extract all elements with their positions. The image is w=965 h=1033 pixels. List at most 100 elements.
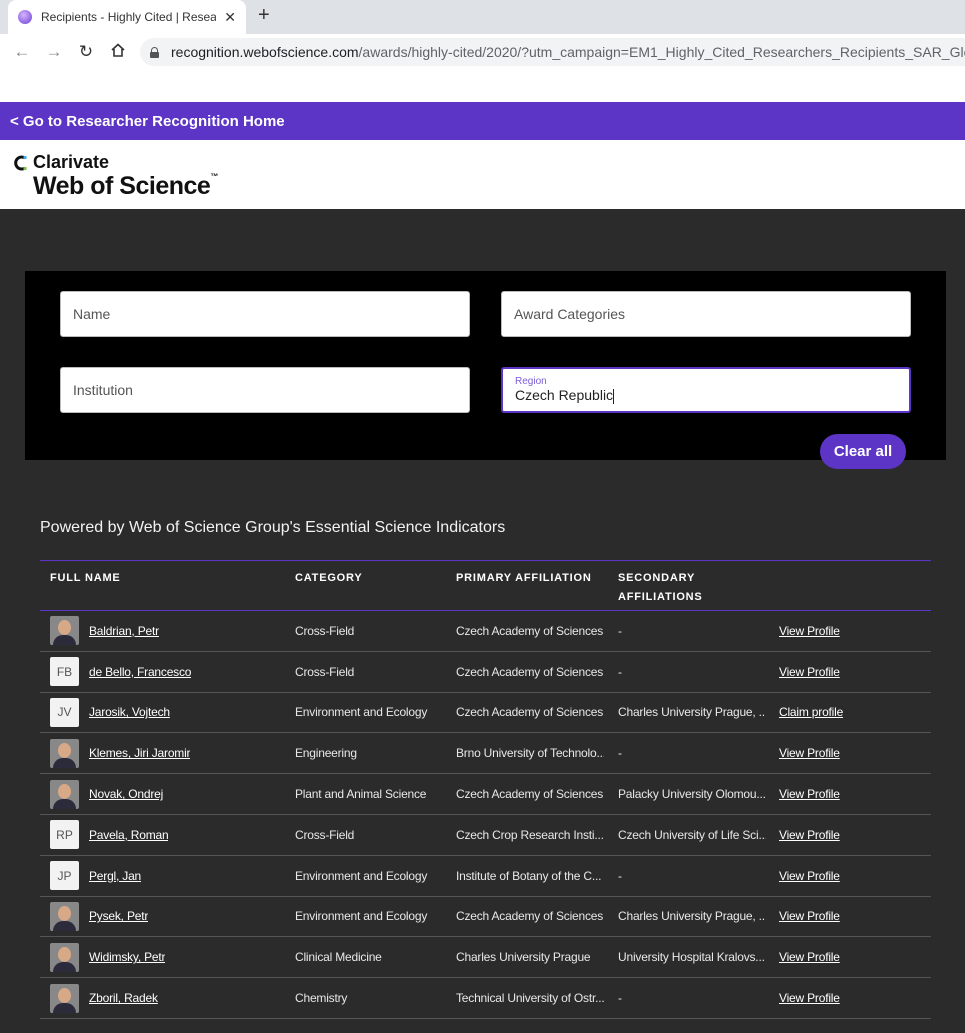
browser-tab-bar: Recipients - Highly Cited | Resear ✕ + bbox=[0, 0, 965, 34]
category-cell: Clinical Medicine bbox=[295, 950, 382, 965]
header-full-name[interactable]: FULL NAME bbox=[50, 569, 121, 588]
primary-affiliation-cell: Czech Crop Research Insti... bbox=[456, 827, 604, 842]
table-row: JP Pergl, Jan Environment and Ecology In… bbox=[40, 856, 931, 897]
powered-by-text: Powered by Web of Science Group's Essent… bbox=[40, 519, 506, 536]
browser-address-bar: ← → ↻ recognition.webofscience.com/award… bbox=[0, 34, 965, 70]
table-row: FB de Bello, Francesco Cross-Field Czech… bbox=[40, 652, 931, 693]
category-cell: Cross-Field bbox=[295, 623, 355, 638]
primary-affiliation-cell: Czech Academy of Sciences bbox=[456, 705, 604, 720]
researcher-name-link[interactable]: Zboril, Radek bbox=[89, 991, 158, 1005]
category-cell: Cross-Field bbox=[295, 664, 355, 679]
category-cell: Engineering bbox=[295, 746, 357, 761]
category-cell: Environment and Ecology bbox=[295, 705, 428, 720]
table-row: Zboril, Radek Chemistry Technical Univer… bbox=[40, 978, 931, 1019]
clear-all-button[interactable]: Clear all bbox=[820, 434, 906, 469]
region-value: Czech Republic bbox=[515, 387, 615, 404]
award-categories-filter-field[interactable]: Award Categories bbox=[501, 291, 911, 337]
researcher-recognition-home-link[interactable]: < Go to Researcher Recognition Home bbox=[10, 113, 285, 130]
profile-action-link[interactable]: Claim profile bbox=[779, 705, 843, 719]
reload-icon[interactable]: ↻ bbox=[70, 42, 102, 62]
avatar bbox=[50, 616, 79, 646]
primary-affiliation-cell: Czech Academy of Sciences bbox=[456, 909, 604, 924]
profile-action-link[interactable]: View Profile bbox=[779, 950, 840, 964]
researcher-name-link[interactable]: Novak, Ondrej bbox=[89, 787, 163, 801]
url-field[interactable]: recognition.webofscience.com/awards/high… bbox=[140, 38, 965, 66]
secondary-affiliation-cell: - bbox=[618, 868, 622, 883]
category-cell: Plant and Animal Science bbox=[295, 787, 427, 802]
header-secondary-affiliations[interactable]: SECONDARY AFFILIATIONS bbox=[618, 569, 703, 607]
primary-affiliation-cell: Czech Academy of Sciences bbox=[456, 787, 604, 802]
secondary-affiliation-cell: University Hospital Kralovs... bbox=[618, 950, 765, 965]
back-arrow-icon[interactable]: ← bbox=[6, 42, 38, 62]
profile-action-link[interactable]: View Profile bbox=[779, 787, 840, 801]
new-tab-icon[interactable]: + bbox=[258, 4, 270, 27]
avatar: JP bbox=[50, 861, 79, 891]
table-row: Widimsky, Petr Clinical Medicine Charles… bbox=[40, 937, 931, 979]
table-header: FULL NAME CATEGORY PRIMARY AFFILIATION S… bbox=[40, 560, 931, 611]
forward-arrow-icon[interactable]: → bbox=[38, 42, 70, 62]
secondary-affiliation-cell: Czech University of Life Sci... bbox=[618, 827, 766, 842]
profile-action-link[interactable]: View Profile bbox=[779, 624, 840, 638]
researcher-name-link[interactable]: Jarosik, Vojtech bbox=[89, 705, 170, 719]
table-row: JV Jarosik, Vojtech Environment and Ecol… bbox=[40, 693, 931, 734]
filter-panel: Name Award Categories Institution Region… bbox=[25, 271, 946, 469]
top-nav-bar: < Go to Researcher Recognition Home bbox=[0, 102, 965, 140]
clarivate-logo-icon bbox=[14, 155, 27, 171]
primary-affiliation-cell: Brno University of Technolo... bbox=[456, 746, 604, 761]
text-caret bbox=[613, 388, 615, 404]
region-filter-field[interactable]: Region Czech Republic bbox=[501, 367, 911, 413]
profile-action-link[interactable]: View Profile bbox=[779, 991, 840, 1005]
header-category[interactable]: CATEGORY bbox=[295, 569, 363, 588]
profile-action-link[interactable]: View Profile bbox=[779, 909, 840, 923]
profile-action-link[interactable]: View Profile bbox=[779, 828, 840, 842]
secondary-affiliation-cell: - bbox=[618, 746, 622, 761]
avatar bbox=[50, 779, 79, 809]
clarivate-logo-text: Clarivate bbox=[33, 152, 110, 172]
web-of-science-logo-text: Web of Science™ bbox=[33, 172, 218, 200]
browser-tab[interactable]: Recipients - Highly Cited | Resear ✕ bbox=[8, 0, 246, 34]
secondary-affiliation-cell: Charles University Prague, ... bbox=[618, 909, 766, 924]
researcher-name-link[interactable]: Widimsky, Petr bbox=[89, 950, 165, 964]
url-path: /awards/highly-cited/2020/?utm_campaign=… bbox=[358, 44, 965, 60]
name-filter-field[interactable]: Name bbox=[60, 291, 470, 337]
profile-action-link[interactable]: View Profile bbox=[779, 746, 840, 760]
category-cell: Environment and Ecology bbox=[295, 909, 428, 924]
profile-action-link[interactable]: View Profile bbox=[779, 665, 840, 679]
researcher-name-link[interactable]: Klemes, Jiri Jaromir bbox=[89, 746, 190, 760]
header-logo-area: Clarivate Web of Science™ bbox=[0, 140, 965, 209]
avatar bbox=[50, 738, 79, 768]
close-tab-icon[interactable]: ✕ bbox=[224, 9, 236, 26]
institution-filter-field[interactable]: Institution bbox=[60, 367, 470, 413]
secondary-affiliation-cell: - bbox=[618, 991, 622, 1006]
recipients-table: FULL NAME CATEGORY PRIMARY AFFILIATION S… bbox=[40, 560, 931, 1019]
primary-affiliation-cell: Charles University Prague bbox=[456, 950, 591, 965]
primary-affiliation-cell: Czech Academy of Sciences bbox=[456, 664, 604, 679]
secondary-affiliation-cell: Charles University Prague, ... bbox=[618, 705, 766, 720]
avatar: JV bbox=[50, 697, 79, 727]
avatar bbox=[50, 901, 79, 931]
favicon-icon bbox=[18, 10, 32, 24]
category-cell: Environment and Ecology bbox=[295, 868, 428, 883]
primary-affiliation-cell: Technical University of Ostr... bbox=[456, 991, 604, 1006]
table-row: Novak, Ondrej Plant and Animal Science C… bbox=[40, 774, 931, 815]
avatar bbox=[50, 983, 79, 1013]
profile-action-link[interactable]: View Profile bbox=[779, 869, 840, 883]
researcher-name-link[interactable]: Pergl, Jan bbox=[89, 869, 141, 883]
region-label: Region bbox=[515, 376, 547, 388]
researcher-name-link[interactable]: Pysek, Petr bbox=[89, 909, 148, 923]
avatar: FB bbox=[50, 657, 79, 687]
secondary-affiliation-cell: - bbox=[618, 664, 622, 679]
researcher-name-link[interactable]: Pavela, Roman bbox=[89, 828, 168, 842]
primary-affiliation-cell: Czech Academy of Sciences bbox=[456, 623, 604, 638]
header-primary-affiliation[interactable]: PRIMARY AFFILIATION bbox=[456, 569, 592, 588]
researcher-name-link[interactable]: de Bello, Francesco bbox=[89, 665, 191, 679]
category-cell: Chemistry bbox=[295, 991, 348, 1006]
lock-icon bbox=[150, 46, 159, 58]
researcher-name-link[interactable]: Baldrian, Petr bbox=[89, 624, 159, 638]
primary-affiliation-cell: Institute of Botany of the C... bbox=[456, 868, 602, 883]
page-top-gap bbox=[0, 70, 965, 102]
table-row: Pysek, Petr Environment and Ecology Czec… bbox=[40, 897, 931, 938]
table-row: Klemes, Jiri Jaromir Engineering Brno Un… bbox=[40, 733, 931, 775]
category-cell: Cross-Field bbox=[295, 827, 355, 842]
home-icon[interactable] bbox=[102, 42, 134, 63]
